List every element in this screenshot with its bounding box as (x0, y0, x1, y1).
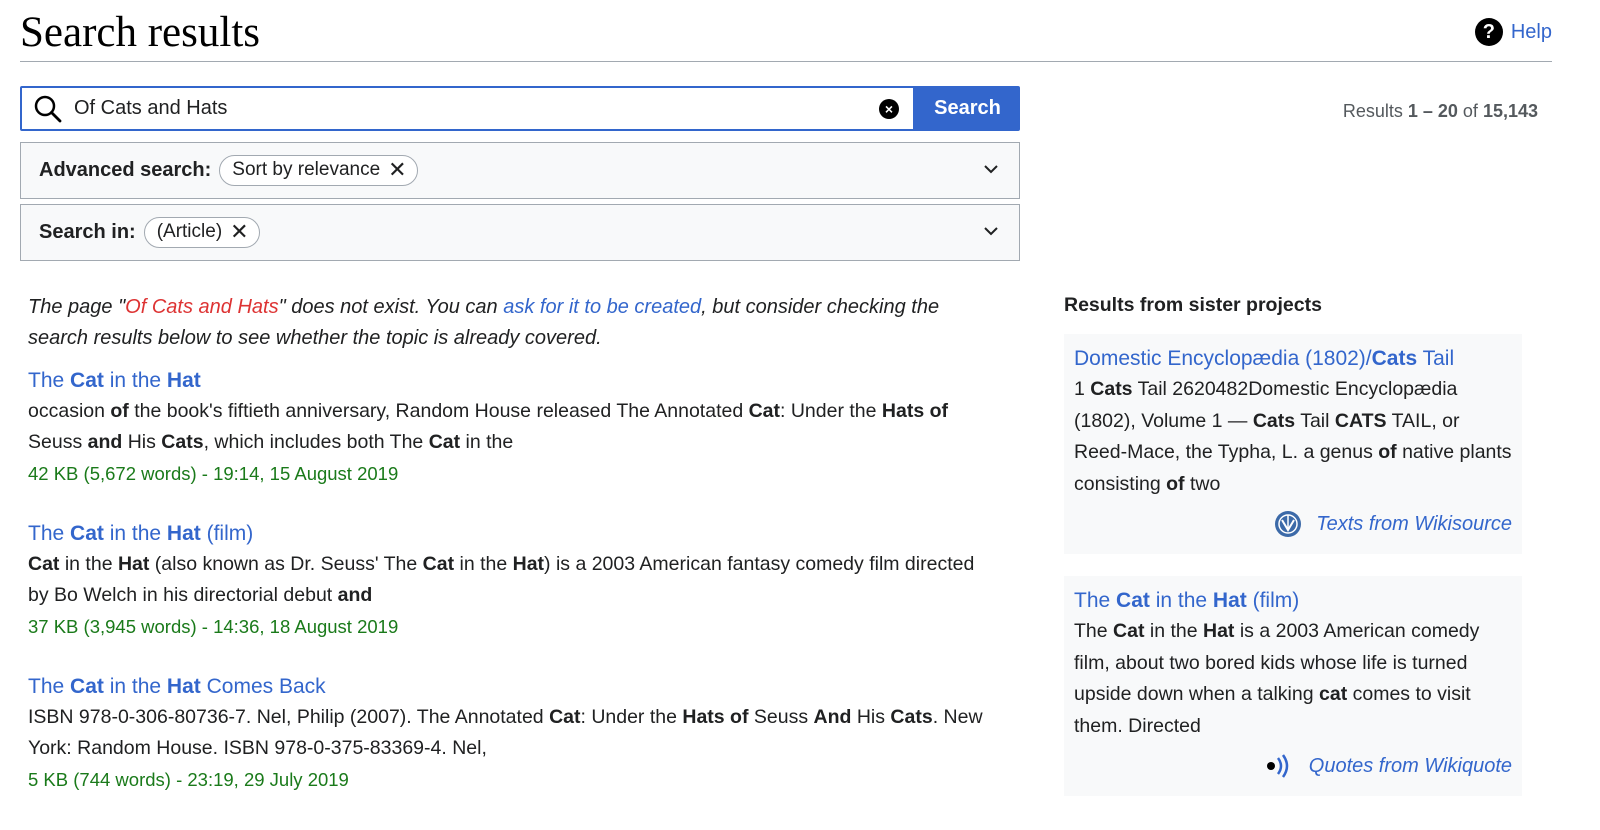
red-link[interactable]: Of Cats and Hats (125, 296, 278, 318)
search-bar: × Search (20, 86, 1020, 131)
wikiquote-icon (1266, 754, 1289, 778)
advanced-search-panel[interactable]: Advanced search: Sort by relevance ✕ (20, 142, 1020, 199)
sister-result-card: Domestic Encyclopædia (1802)/Cats Tail 1… (1064, 334, 1522, 554)
wikisource-icon (1275, 511, 1302, 537)
sister-result-title-link[interactable]: The Cat in the Hat (film) (1074, 586, 1512, 616)
result-snippet: ISBN 978-0-306-80736-7. Nel, Philip (200… (28, 706, 983, 759)
sister-result-title-link[interactable]: Domestic Encyclopædia (1802)/Cats Tail (1074, 344, 1512, 374)
chevron-down-icon[interactable] (983, 223, 999, 239)
result-meta: 42 KB (5,672 words) - 19:14, 15 August 2… (28, 463, 399, 484)
sister-source[interactable]: Texts from Wikisource (1074, 510, 1512, 538)
sister-source-label: Quotes from Wikiquote (1308, 754, 1512, 777)
sister-projects-heading: Results from sister projects (1064, 294, 1322, 316)
advanced-search-label: Advanced search: (39, 159, 212, 181)
sort-chip-label: Sort by relevance (232, 159, 381, 180)
search-input[interactable] (74, 97, 879, 120)
create-page-link[interactable]: ask for it to be created (503, 296, 701, 318)
results-count: Results 1 – 20 of 15,143 (1342, 101, 1538, 121)
search-box[interactable]: × (20, 86, 915, 131)
chevron-down-icon[interactable] (983, 161, 999, 177)
sister-result-snippet: The Cat in the Hat is a 2003 American co… (1074, 620, 1480, 737)
sister-result-card: The Cat in the Hat (film) The Cat in the… (1064, 576, 1522, 796)
search-icon (34, 95, 62, 122)
search-result: The Cat in the Hat occasion of the book'… (28, 366, 988, 489)
sister-result-snippet: 1 Cats Tail 2620482Domestic Encyclopædia… (1074, 378, 1512, 495)
result-title-link[interactable]: The Cat in the Hat (28, 366, 988, 396)
sister-source-label: Texts from Wikisource (1316, 512, 1512, 535)
result-snippet: Cat in the Hat (also known as Dr. Seuss'… (28, 553, 975, 606)
page-not-exist-notice: The page "Of Cats and Hats" does not exi… (28, 296, 940, 349)
search-in-panel[interactable]: Search in: (Article) ✕ (20, 204, 1020, 261)
clear-search-icon[interactable]: × (879, 98, 899, 119)
search-button[interactable]: Search (915, 86, 1020, 131)
sister-source[interactable]: Quotes from Wikiquote (1074, 752, 1512, 780)
chip-close-icon[interactable]: ✕ (388, 159, 406, 181)
result-title-link[interactable]: The Cat in the Hat Comes Back (28, 672, 988, 702)
search-in-label: Search in: (39, 221, 136, 243)
result-meta: 37 KB (3,945 words) - 14:36, 18 August 2… (28, 616, 399, 637)
result-meta: 5 KB (744 words) - 23:19, 29 July 2019 (28, 769, 349, 790)
sort-chip[interactable]: Sort by relevance ✕ (219, 155, 418, 186)
page-title: Search results (20, 9, 261, 56)
namespace-chip[interactable]: (Article) ✕ (143, 217, 260, 248)
help-icon: ? (1474, 18, 1503, 46)
help-link[interactable]: ? Help (1474, 18, 1552, 46)
title-divider (20, 61, 1552, 62)
result-title-link[interactable]: The Cat in the Hat (film) (28, 519, 988, 549)
search-result: The Cat in the Hat (film) Cat in the Hat… (28, 519, 988, 642)
chip-close-icon[interactable]: ✕ (230, 221, 248, 243)
namespace-chip-label: (Article) (156, 221, 223, 242)
help-label: Help (1510, 20, 1552, 43)
search-result: The Cat in the Hat Comes Back ISBN 978-0… (28, 672, 988, 795)
result-snippet: occasion of the book's fiftieth annivers… (28, 400, 948, 453)
